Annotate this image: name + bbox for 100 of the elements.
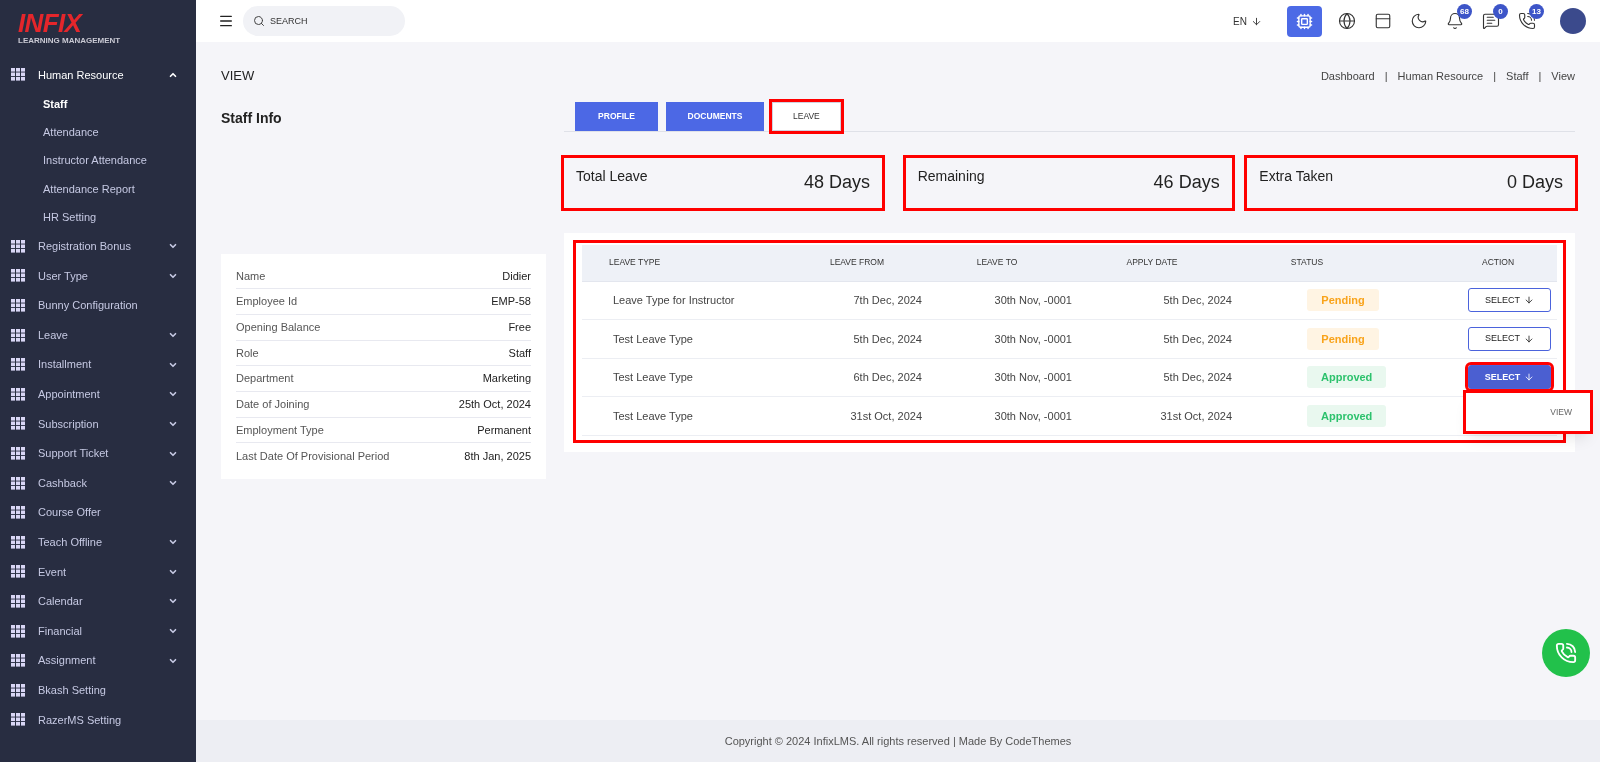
- grid-icon: [11, 328, 26, 342]
- sidebar-subitem[interactable]: Attendance: [0, 118, 196, 147]
- avatar[interactable]: [1560, 8, 1586, 34]
- count-badge: 0: [1493, 4, 1508, 19]
- tab[interactable]: LEAVE: [772, 101, 841, 131]
- logo-title: INFIX: [18, 10, 84, 36]
- grid-icon: [11, 417, 26, 431]
- sidebar-item[interactable]: Assignment: [0, 645, 196, 676]
- sidebar-subitem[interactable]: Staff: [0, 89, 196, 118]
- grid-icon: [11, 447, 26, 460]
- grid-icon: [11, 387, 26, 401]
- sidebar-item[interactable]: Appointment: [0, 379, 196, 410]
- grid-icon: [11, 683, 26, 697]
- sidebar-item[interactable]: Bunny Configuration: [0, 290, 196, 321]
- sidebar-item[interactable]: Event: [0, 557, 196, 587]
- column-header: LEAVE TO: [975, 256, 1019, 269]
- breadcrumb-link[interactable]: Human Resource: [1397, 67, 1484, 84]
- count-badge: 13: [1529, 4, 1544, 19]
- sidebar-item[interactable]: Course Offer: [0, 497, 196, 528]
- breadcrumb-separator: |: [1384, 68, 1388, 84]
- grid-icon: [11, 654, 26, 668]
- column-header: APPLY DATE: [1125, 256, 1179, 269]
- table-cell-text: Leave Type for Instructor: [612, 293, 736, 308]
- sidebar-subitem[interactable]: Attendance Report: [0, 174, 196, 204]
- sidebar-item[interactable]: RazerMS Setting: [0, 705, 196, 735]
- arrow-down-icon: [1524, 333, 1534, 344]
- chat-icon[interactable]: [1482, 12, 1500, 30]
- status-badge: Pending: [1307, 289, 1379, 312]
- info-label: Name: [236, 268, 266, 284]
- arrow-down-icon: [1524, 372, 1535, 383]
- search-field[interactable]: SEARCH: [243, 6, 405, 36]
- info-label: Department: [236, 371, 294, 387]
- sidebar-item[interactable]: Bkash Setting: [0, 675, 196, 706]
- sidebar-item[interactable]: Calendar: [0, 586, 196, 617]
- info-value: 8th Jan, 2025: [464, 448, 531, 464]
- sidebar-item[interactable]: Support Ticket: [0, 438, 196, 469]
- grid-icon: [11, 239, 26, 253]
- language-selector[interactable]: EN: [1233, 13, 1262, 29]
- select-button[interactable]: SELECT: [1468, 288, 1551, 313]
- menu-item[interactable]: VIEW: [1466, 393, 1590, 432]
- table-cell-text: Test Leave Type: [612, 331, 694, 347]
- page-title: VIEW: [221, 67, 255, 85]
- chip-icon-button[interactable]: [1287, 5, 1322, 37]
- copyright-text: Copyright © 2024 InfixLMS. All rights reserved | Made By CodeThemes: [724, 733, 1072, 749]
- sidebar-item[interactable]: Cashback: [0, 468, 196, 498]
- info-label: Date of Joining: [236, 397, 310, 413]
- sidebar-item[interactable]: User Type: [0, 261, 196, 291]
- info-value: Free: [508, 319, 531, 335]
- breadcrumb-separator: |: [1493, 68, 1497, 84]
- table-cell-text: 30th Nov, -0001: [993, 370, 1072, 385]
- info-label: Role: [236, 345, 259, 361]
- info-value: Didier: [502, 268, 531, 284]
- table-cell-text: 30th Nov, -0001: [993, 293, 1072, 308]
- sidebar-subitem[interactable]: Instructor Attendance: [0, 146, 196, 175]
- arrow-down-icon: [1251, 15, 1262, 27]
- menu-icon[interactable]: [218, 13, 234, 29]
- sidebar-item[interactable]: Registration Bonus: [0, 231, 196, 262]
- tab[interactable]: PROFILE: [575, 101, 658, 131]
- moon-icon[interactable]: [1410, 12, 1428, 30]
- breadcrumb-link[interactable]: Dashboard: [1320, 67, 1375, 84]
- globe-icon[interactable]: [1338, 12, 1356, 30]
- column-header: LEAVE FROM: [828, 256, 886, 269]
- sidebar-item[interactable]: Human Resource: [0, 60, 196, 90]
- phone-icon[interactable]: [1518, 12, 1536, 30]
- info-value: Marketing: [482, 371, 531, 387]
- arrow-down-icon: [1524, 295, 1534, 306]
- stat-label: Extra Taken: [1259, 166, 1333, 186]
- sidebar-item[interactable]: Teach Offline: [0, 527, 196, 558]
- select-button[interactable]: SELECT: [1468, 326, 1551, 351]
- sidebar-subitem[interactable]: HR Setting: [0, 203, 196, 232]
- breadcrumb-link[interactable]: View: [1551, 67, 1575, 84]
- sidebar-item[interactable]: Financial: [0, 616, 196, 646]
- sidebar-item[interactable]: Installment: [0, 349, 196, 380]
- info-value: 25th Oct, 2024: [458, 397, 531, 413]
- chip-icon: [1296, 12, 1313, 30]
- table-cell-text: 30th Nov, -0001: [993, 408, 1072, 424]
- breadcrumb-separator: |: [1538, 68, 1542, 84]
- table-cell-text: 5th Dec, 2024: [1162, 370, 1232, 385]
- bell-icon[interactable]: [1446, 12, 1464, 30]
- tab[interactable]: DOCUMENTS: [666, 101, 764, 131]
- layout-icon[interactable]: [1374, 12, 1392, 30]
- table-cell-text: 5th Dec, 2024: [1162, 331, 1232, 347]
- stat-value: 48 Days: [803, 171, 870, 194]
- grid-icon: [11, 68, 26, 82]
- status-badge: Approved: [1307, 404, 1387, 427]
- sidebar-item[interactable]: Subscription: [0, 409, 196, 439]
- sidebar-item[interactable]: Leave: [0, 320, 196, 350]
- grid-icon: [11, 624, 26, 638]
- select-button[interactable]: SELECT: [1468, 365, 1551, 390]
- breadcrumb-link[interactable]: Staff: [1506, 67, 1529, 84]
- table-cell-text: 7th Dec, 2024: [852, 293, 922, 308]
- search-icon: [253, 15, 265, 27]
- stat-value: 0 Days: [1506, 171, 1563, 194]
- stat-label: Total Leave: [576, 166, 648, 186]
- info-label: Last Date Of Provisional Period: [236, 448, 390, 464]
- table-cell-text: Test Leave Type: [612, 408, 694, 424]
- grid-icon: [11, 713, 26, 727]
- stat-value: 46 Days: [1153, 171, 1220, 194]
- info-label: Employee Id: [236, 294, 298, 310]
- table-cell-text: 30th Nov, -0001: [993, 331, 1072, 347]
